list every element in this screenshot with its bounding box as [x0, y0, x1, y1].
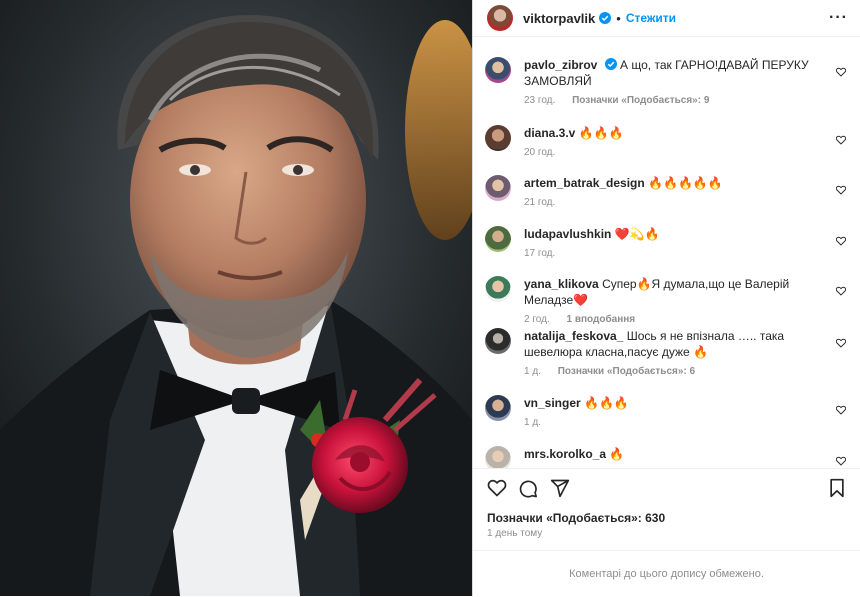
heart-icon[interactable] [836, 236, 846, 246]
comment-time: 1 д. [524, 366, 541, 377]
comment-meta: 2 год. 1 вподобання [524, 314, 824, 325]
commenter-avatar[interactable] [485, 57, 511, 83]
post-likes-count[interactable]: Позначки «Подобається»: 630 [487, 511, 665, 525]
heart-icon[interactable] [836, 405, 846, 415]
comment-item: mrs.korolko_a 🔥 [485, 446, 852, 468]
comment-item: diana.3.v 🔥🔥🔥 20 год. [485, 125, 852, 158]
commenter-username[interactable]: vn_singer [524, 396, 581, 410]
post-date: 1 день тому [487, 528, 543, 539]
comment-item: yana_klikova Супер🔥Я думала,що це Валері… [485, 276, 852, 325]
comment-meta: 20 год. [524, 147, 824, 158]
comments-closed-notice: Коментарі до цього допису обмежено. [473, 550, 860, 597]
comment-body: 🔥🔥🔥 [584, 396, 629, 410]
commenter-avatar[interactable] [485, 125, 511, 151]
verified-badge-icon [599, 12, 612, 24]
commenter-avatar[interactable] [485, 395, 511, 421]
comment-item: vn_singer 🔥🔥🔥 1 д. [485, 395, 852, 428]
commenter-username[interactable]: natalija_feskova_ [524, 329, 623, 343]
comment-text: vn_singer 🔥🔥🔥 [524, 395, 824, 411]
divider [473, 468, 860, 469]
comment-meta: 17 год. [524, 248, 824, 259]
commenter-avatar[interactable] [485, 328, 511, 354]
comment-item: natalija_feskova_ Шось я не впізнала …..… [485, 328, 852, 377]
portrait-image [0, 0, 472, 596]
commenter-username[interactable]: artem_batrak_design [524, 176, 645, 190]
heart-icon[interactable] [836, 286, 846, 296]
post-header: viktorpavlik • Стежити ··· [473, 0, 860, 37]
more-icon[interactable]: ··· [829, 9, 848, 27]
commenter-username[interactable]: mrs.korolko_a [524, 447, 606, 461]
comment-time: 1 д. [524, 417, 541, 428]
comments-list[interactable]: pavlo_zibrov А що, так ГАРНО!ДАВАЙ ПЕРУК… [473, 37, 860, 468]
follow-button[interactable]: Стежити [626, 11, 676, 25]
instagram-post-view: viktorpavlik • Стежити ··· pavlo_zibrov [0, 0, 860, 596]
comment-icon[interactable] [518, 478, 538, 498]
heart-icon[interactable] [836, 135, 846, 145]
comment-meta: 1 д. Позначки «Подобається»: 6 [524, 366, 824, 377]
commenter-avatar[interactable] [485, 175, 511, 201]
comment-body: ❤️💫🔥 [614, 227, 660, 241]
commenter-username[interactable]: ludapavlushkin [524, 227, 611, 241]
heart-icon[interactable] [836, 456, 846, 466]
comment-text: artem_batrak_design 🔥🔥🔥🔥🔥 [524, 175, 824, 191]
comment-text: mrs.korolko_a 🔥 [524, 446, 824, 462]
comment-text: diana.3.v 🔥🔥🔥 [524, 125, 824, 141]
comment-time: 23 год. [524, 95, 556, 106]
comment-likes[interactable]: 1 вподобання [567, 314, 636, 325]
comment-body: 🔥🔥🔥🔥🔥 [648, 176, 723, 190]
heart-icon[interactable] [836, 185, 846, 195]
comment-likes[interactable]: Позначки «Подобається»: 6 [558, 366, 695, 377]
comment-time: 17 год. [524, 248, 556, 259]
bookmark-icon[interactable] [828, 478, 846, 498]
comment-meta: 21 год. [524, 197, 824, 208]
comment-text: ludapavlushkin ❤️💫🔥 [524, 226, 824, 242]
comment-item: pavlo_zibrov А що, так ГАРНО!ДАВАЙ ПЕРУК… [485, 57, 852, 106]
comment-text: natalija_feskova_ Шось я не впізнала …..… [524, 328, 824, 360]
comments-closed-text: Коментарі до цього допису обмежено. [569, 568, 764, 580]
author-avatar[interactable] [487, 5, 513, 31]
comment-text: pavlo_zibrov А що, так ГАРНО!ДАВАЙ ПЕРУК… [524, 57, 824, 89]
heart-icon[interactable] [836, 338, 846, 348]
like-heart-icon[interactable] [487, 478, 507, 498]
comment-time: 2 год. [524, 314, 550, 325]
verified-badge-icon [604, 58, 617, 70]
comment-item: ludapavlushkin ❤️💫🔥 17 год. [485, 226, 852, 259]
commenter-avatar[interactable] [485, 276, 511, 302]
share-icon[interactable] [550, 478, 570, 498]
comment-likes[interactable]: Позначки «Подобається»: 9 [572, 95, 709, 106]
heart-icon[interactable] [836, 67, 846, 77]
comment-time: 20 год. [524, 147, 556, 158]
commenter-avatar[interactable] [485, 226, 511, 252]
comment-meta: 1 д. [524, 417, 824, 428]
comment-time: 21 год. [524, 197, 556, 208]
comment-item: artem_batrak_design 🔥🔥🔥🔥🔥 21 год. [485, 175, 852, 208]
comment-body: 🔥🔥🔥 [578, 126, 624, 140]
header-separator: • [616, 10, 621, 26]
commenter-username[interactable]: yana_klikova [524, 277, 599, 291]
comment-meta: 23 год. Позначки «Подобається»: 9 [524, 95, 824, 106]
commenter-username[interactable]: diana.3.v [524, 126, 575, 140]
post-side-panel: viktorpavlik • Стежити ··· pavlo_zibrov [472, 0, 860, 596]
post-photo[interactable] [0, 0, 472, 596]
comment-body: 🔥 [609, 447, 625, 461]
commenter-avatar[interactable] [485, 446, 511, 468]
author-username[interactable]: viktorpavlik [523, 11, 595, 26]
post-actions [485, 476, 848, 502]
commenter-username[interactable]: pavlo_zibrov [524, 58, 597, 72]
comment-text: yana_klikova Супер🔥Я думала,що це Валері… [524, 276, 824, 308]
